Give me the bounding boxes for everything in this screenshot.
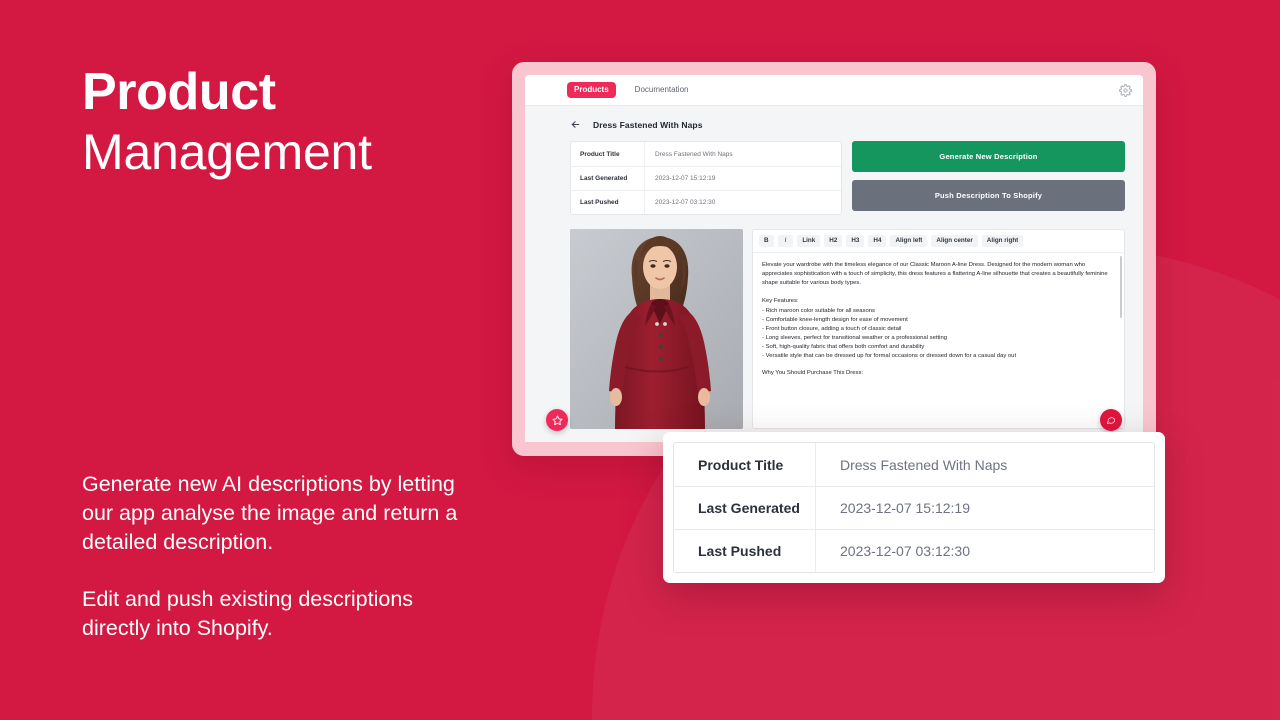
body-copy: Generate new AI descriptions by letting …: [82, 470, 482, 643]
table-row: Last Pushed 2023-12-07 03:12:30: [571, 190, 841, 214]
table-row: Last Generated 2023-12-07 15:12:19: [571, 166, 841, 190]
italic-button[interactable]: I: [777, 235, 794, 248]
headline-line-2: Management: [82, 124, 372, 180]
headline: Product Management: [82, 66, 372, 177]
overlay-key: Product Title: [674, 443, 816, 486]
align-left-button[interactable]: Align left: [890, 235, 928, 248]
overlay-value: 2023-12-07 03:12:30: [840, 543, 970, 559]
app-window: Products Documentation Dress Fastened Wi…: [525, 75, 1143, 442]
product-image: [570, 229, 743, 429]
list-item: - Versatile style that can be dressed up…: [762, 353, 1017, 360]
overlay-value: Dress Fastened With Naps: [840, 456, 1008, 473]
overlay-info-table: Product Title Dress Fastened With Naps L…: [673, 442, 1155, 573]
page-header: Dress Fastened With Naps: [525, 106, 1143, 141]
editor-toolbar: B I Link H2 H3 H4 Align left Align cente…: [753, 230, 1124, 254]
list-item: - Front button closure, adding a touch o…: [762, 325, 902, 332]
info-key: Last Pushed: [571, 191, 645, 214]
align-center-button[interactable]: Align center: [931, 235, 978, 248]
copy-paragraph-2: Edit and push existing descriptions dire…: [82, 587, 414, 640]
table-row: Product Title Dress Fastened With Naps: [674, 443, 1154, 486]
list-item: - Long sleeves, perfect for transitional…: [762, 334, 948, 341]
heading-3-button[interactable]: H3: [846, 235, 865, 248]
bold-button[interactable]: B: [759, 235, 774, 248]
info-key: Product Title: [571, 142, 645, 166]
tab-products[interactable]: Products: [568, 83, 615, 97]
app-window-frame: Products Documentation Dress Fastened Wi…: [512, 62, 1156, 456]
info-key: Last Generated: [571, 167, 645, 190]
list-item: - Comfortable knee-length design for eas…: [762, 316, 908, 323]
marketing-copy: Product Management Generate new AI descr…: [82, 0, 502, 720]
copy-paragraph-1: Generate new AI descriptions by letting …: [82, 472, 458, 554]
table-row: Last Pushed 2023-12-07 03:12:30: [674, 529, 1154, 572]
push-description-to-shopify-button[interactable]: Push Description To Shopify: [852, 180, 1125, 211]
editor-row: B I Link H2 H3 H4 Align left Align cente…: [525, 215, 1143, 429]
key-features-heading: Key Features:: [762, 297, 799, 304]
overlay-key: Last Pushed: [674, 530, 816, 572]
info-value: 2023-12-07 15:12:19: [655, 175, 716, 182]
page-title: Dress Fastened With Naps: [593, 119, 703, 130]
why-purchase-heading: Why You Should Purchase This Dress:: [762, 370, 864, 377]
overlay-value: 2023-12-07 15:12:19: [840, 500, 970, 516]
summary-row: Product Title Dress Fastened With Naps L…: [525, 141, 1143, 215]
heading-2-button[interactable]: H2: [824, 235, 843, 248]
arrow-left-icon[interactable]: [570, 119, 581, 130]
tab-documentation[interactable]: Documentation: [629, 83, 695, 97]
info-value: Dress Fastened With Naps: [655, 150, 733, 158]
list-item: - Soft, high-quality fabric that offers …: [762, 344, 925, 351]
editor-scrollbar[interactable]: [1120, 256, 1122, 318]
description-editor[interactable]: B I Link H2 H3 H4 Align left Align cente…: [752, 229, 1125, 429]
star-icon[interactable]: [546, 409, 568, 431]
promo-banner: Product Management Generate new AI descr…: [0, 0, 1280, 720]
description-intro: Elevate your wardrobe with the timeless …: [762, 262, 1108, 287]
app-topbar: Products Documentation: [525, 75, 1143, 106]
overlay-key: Last Generated: [674, 487, 816, 529]
action-buttons: Generate New Description Push Descriptio…: [852, 141, 1125, 215]
link-button[interactable]: Link: [797, 235, 821, 248]
chat-bubble-icon[interactable]: [1100, 409, 1122, 431]
gear-icon[interactable]: [1119, 83, 1132, 97]
editor-content[interactable]: Elevate your wardrobe with the timeless …: [753, 253, 1124, 378]
headline-line-1: Product: [82, 63, 276, 121]
key-features-list: - Rich maroon color suitable for all sea…: [762, 307, 1115, 362]
table-row: Last Generated 2023-12-07 15:12:19: [674, 486, 1154, 529]
list-item: - Rich maroon color suitable for all sea…: [762, 307, 875, 314]
align-right-button[interactable]: Align right: [981, 235, 1024, 248]
product-detail-overlay-card: Product Title Dress Fastened With Naps L…: [663, 432, 1165, 583]
generate-new-description-button[interactable]: Generate New Description: [852, 141, 1125, 172]
heading-4-button[interactable]: H4: [868, 235, 887, 248]
product-info-table: Product Title Dress Fastened With Naps L…: [570, 141, 842, 215]
info-value: 2023-12-07 03:12:30: [655, 199, 716, 206]
table-row: Product Title Dress Fastened With Naps: [571, 142, 841, 166]
